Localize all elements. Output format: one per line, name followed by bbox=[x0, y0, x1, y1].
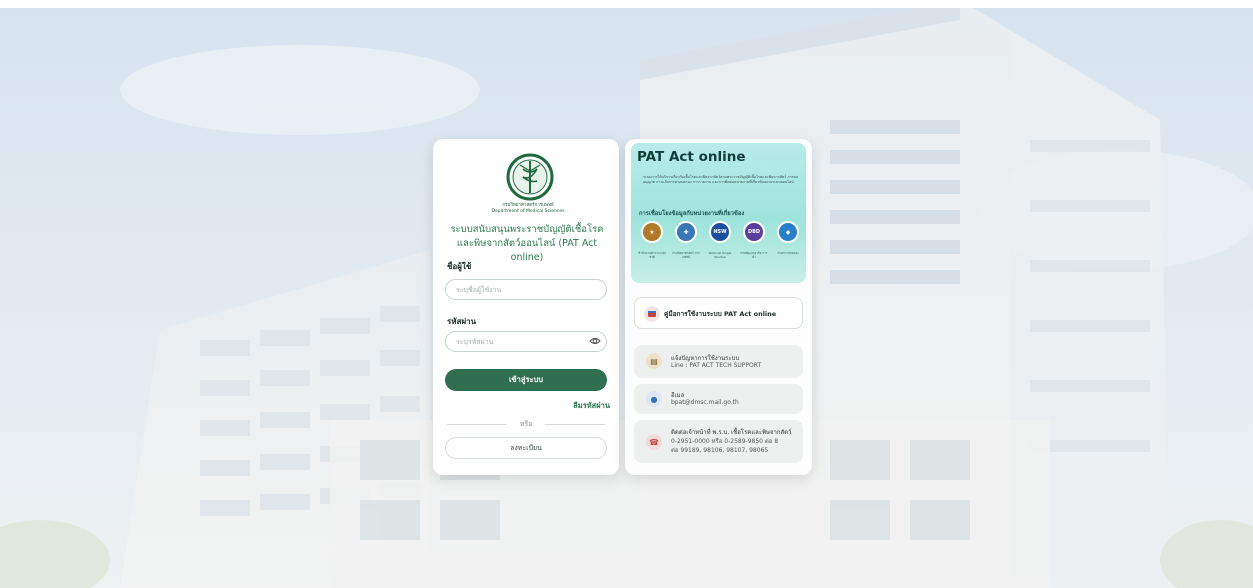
banner-subtitle: การเชื่อมโยงข้อมูลกับหน่วยงานที่เกี่ยวข้… bbox=[639, 211, 745, 217]
dms-seal-icon: ✚ bbox=[675, 221, 697, 243]
partner-caption: กรมพัฒนาธุรกิจ การค้า bbox=[740, 251, 768, 259]
thai-agency-seal-icon: ★ bbox=[641, 221, 663, 243]
login-card: กรมวิทยาศาสตร์การแพทย์ Department of Med… bbox=[433, 139, 619, 475]
dopa-icon: ◆ bbox=[777, 221, 799, 243]
partner-caption: กรมการปกครอง bbox=[777, 251, 799, 255]
divider-left bbox=[447, 424, 507, 425]
contact-phone-box: ☎ ติดต่อเจ้าหน้าที่ พ.ร.บ. เชื้อโรคและพิ… bbox=[634, 420, 803, 463]
contact-phone-line: ต่อ 99189, 98106, 98107, 98065 bbox=[671, 447, 769, 454]
password-label: รหัสผ่าน bbox=[447, 317, 477, 326]
phone-icon: ☎ bbox=[646, 434, 662, 450]
partner-caption: National Single Window bbox=[708, 251, 732, 259]
system-title-line1: ระบบสนับสนุนพระราชบัญญัติเชื้อโรค bbox=[450, 224, 604, 235]
forgot-password-link[interactable]: ลืมรหัสผ่าน bbox=[533, 400, 610, 412]
nsw-icon: NSW bbox=[709, 221, 731, 243]
divider-right bbox=[545, 424, 605, 425]
system-title: ระบบสนับสนุนพระราชบัญญัติเชื้อโรค และพิษ… bbox=[441, 223, 613, 265]
info-card: PAT Act online ระบบการให้บริการเกี่ยวกับ… bbox=[625, 139, 812, 475]
contact-email-line: bpat@dmsc.mail.go.th bbox=[671, 399, 739, 406]
manual-book-icon bbox=[644, 306, 660, 322]
password-input[interactable] bbox=[445, 331, 607, 352]
pat-act-banner: PAT Act online ระบบการให้บริการเกี่ยวกับ… bbox=[631, 143, 806, 283]
divider-text: หรือ bbox=[519, 420, 533, 428]
dms-logo-icon bbox=[506, 153, 554, 201]
logo-caption: กรมวิทยาศาสตร์การแพทย์ Department of Med… bbox=[453, 203, 603, 215]
register-button[interactable]: ลงทะเบียน bbox=[445, 437, 607, 459]
partner-caption: กรมวิทยาศาสตร์ การแพทย์ bbox=[672, 251, 700, 259]
eye-icon[interactable] bbox=[589, 336, 601, 346]
report-issue-icon: ▤ bbox=[646, 353, 662, 369]
contact-email-box: ● อีเมล bpat@dmsc.mail.go.th bbox=[634, 384, 803, 414]
username-label: ชื่อผู้ใช้ bbox=[447, 262, 472, 271]
username-input[interactable] bbox=[445, 279, 607, 300]
contact-support-box: ▤ แจ้งปัญหาการใช้งานระบบ Line : PAT ACT … bbox=[634, 345, 803, 378]
banner-title: PAT Act online bbox=[637, 149, 746, 165]
contact-support-line: Line : PAT ACT TECH SUPPORT bbox=[671, 362, 762, 369]
email-icon: ● bbox=[646, 391, 662, 407]
top-edge bbox=[0, 0, 1253, 8]
login-button[interactable]: เข้าสู่ระบบ bbox=[445, 369, 607, 391]
dbd-icon: DBD bbox=[743, 221, 765, 243]
user-manual-label: คู่มือการใช้งานระบบ PAT Act online bbox=[664, 310, 777, 318]
user-manual-button[interactable]: คู่มือการใช้งานระบบ PAT Act online bbox=[634, 297, 803, 329]
logo-caption-en: Department of Medical Sciences bbox=[491, 209, 565, 214]
banner-description: ระบบการให้บริการเกี่ยวกับเชื้อโรคและพิษจ… bbox=[643, 175, 799, 184]
partner-logos: ★ สำนักงานตำรวจ แห่งชาติ ✚ กรมวิทยาศาสตร… bbox=[637, 221, 802, 279]
partner-caption: สำนักงานตำรวจ แห่งชาติ bbox=[638, 251, 666, 259]
